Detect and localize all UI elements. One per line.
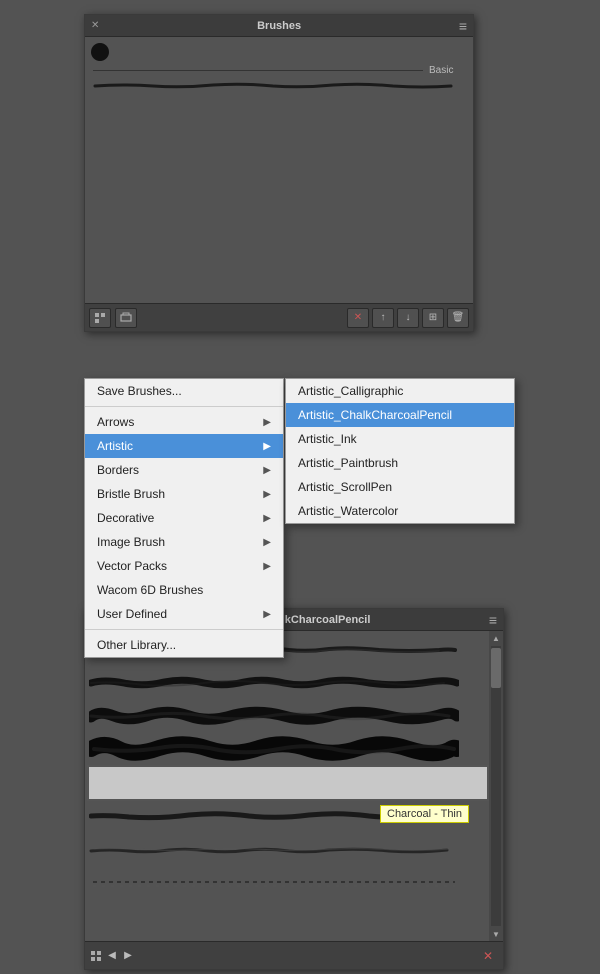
- scroll-thumb[interactable]: [491, 648, 501, 688]
- brush-stroke-row-5[interactable]: [89, 767, 487, 799]
- submenu-item-scrollpen[interactable]: Artistic_ScrollPen: [286, 475, 514, 499]
- submenu-item-watercolor[interactable]: Artistic_Watercolor: [286, 499, 514, 523]
- brush-stroke-3: [89, 702, 459, 730]
- menu-divider-2: [85, 629, 283, 630]
- brushes-panel-bottom: ✕ Artistic_ChalkCharcoalPencil ≡: [84, 608, 504, 970]
- nav-next-btn[interactable]: ▶: [121, 949, 135, 963]
- panel-menu-icon-bottom[interactable]: ≡: [489, 612, 497, 628]
- brush-stroke-row-2[interactable]: [89, 668, 487, 698]
- arrow-icon-decorative: ▶: [263, 513, 271, 524]
- menu-item-decorative[interactable]: Decorative ▶: [85, 506, 283, 530]
- panel-title-top: Brushes: [257, 20, 301, 32]
- nav-buttons: ◀ ▶: [89, 949, 135, 963]
- brush-dot-row: [91, 43, 467, 61]
- brush-stroke-5: [89, 769, 459, 797]
- brush-stroke-preview: [93, 80, 453, 92]
- context-menu: Save Brushes... Arrows ▶ Artistic ▶ Bord…: [84, 378, 284, 658]
- panel-close-btn[interactable]: ✕: [91, 20, 99, 31]
- arrow-icon-arrows: ▶: [263, 417, 271, 428]
- brush-stroke-row-4[interactable]: [89, 734, 487, 764]
- options-btn[interactable]: ⊞: [422, 308, 444, 328]
- menu-item-arrows[interactable]: Arrows ▶: [85, 410, 283, 434]
- brush-stroke-row-3[interactable]: [89, 701, 487, 731]
- arrow-icon-bristle: ▶: [263, 489, 271, 500]
- submenu-artistic: Artistic_Calligraphic Artistic_ChalkChar…: [285, 378, 515, 524]
- delete-btn[interactable]: ✕: [347, 308, 369, 328]
- submenu-item-chalkcharcoal[interactable]: Artistic_ChalkCharcoalPencil: [286, 403, 514, 427]
- charcoal-tooltip: Charcoal - Thin: [380, 805, 469, 823]
- arrow-icon-image-brush: ▶: [263, 537, 271, 548]
- nav-prev-btn[interactable]: ◀: [105, 949, 119, 963]
- new-brush-set-btn[interactable]: [89, 308, 111, 328]
- scroll-track[interactable]: [491, 646, 501, 926]
- brush-preview-area: Basic: [85, 37, 473, 103]
- scroll-down-arrow[interactable]: ▼: [489, 927, 503, 941]
- brush-stroke-7: [89, 835, 459, 863]
- move-down-btn[interactable]: ↓: [397, 308, 419, 328]
- brush-stroke-2: [89, 669, 459, 697]
- brush-main-content: [85, 103, 473, 303]
- arrow-icon-artistic: ▶: [263, 441, 271, 452]
- move-up-btn[interactable]: ↑: [372, 308, 394, 328]
- arrow-icon-vector-packs: ▶: [263, 561, 271, 572]
- nav-list-icon[interactable]: [89, 949, 103, 963]
- panel-titlebar-top: ✕ Brushes ≡: [85, 15, 473, 37]
- brush-list-area: Charcoal - Thin ▲ ▼: [85, 631, 503, 941]
- brush-library-btn[interactable]: [115, 308, 137, 328]
- brush-stroke-row-6[interactable]: Charcoal - Thin: [89, 801, 487, 831]
- panel-bottom-toolbar-top: ✕ ↑ ↓ ⊞ 🗑: [85, 303, 473, 331]
- trash-btn[interactable]: 🗑: [447, 308, 469, 328]
- panel-bottom-bar: ◀ ▶ ✕: [85, 941, 503, 969]
- menu-save-brushes[interactable]: Save Brushes...: [85, 379, 283, 403]
- menu-item-user-defined[interactable]: User Defined ▶: [85, 602, 283, 626]
- basic-label: Basic: [429, 65, 453, 76]
- arrow-icon-user-defined: ▶: [263, 609, 271, 620]
- menu-other-library[interactable]: Other Library...: [85, 633, 283, 657]
- bottom-close-btn[interactable]: ✕: [477, 946, 499, 966]
- panel-menu-icon-top[interactable]: ≡: [459, 18, 467, 34]
- menu-item-borders[interactable]: Borders ▶: [85, 458, 283, 482]
- brushes-panel-top: ✕ Brushes ≡ Basic ✕ ↑ ↓ ⊞ 🗑: [84, 14, 474, 332]
- submenu-item-ink[interactable]: Artistic_Ink: [286, 427, 514, 451]
- menu-divider-1: [85, 406, 283, 407]
- menu-item-wacom[interactable]: Wacom 6D Brushes: [85, 578, 283, 602]
- brush-stroke-row-8[interactable]: [89, 867, 487, 897]
- menu-item-bristle[interactable]: Bristle Brush ▶: [85, 482, 283, 506]
- brush-stroke-row-7[interactable]: [89, 834, 487, 864]
- brush-dot[interactable]: [91, 43, 109, 61]
- scroll-bar-right: ▲ ▼: [489, 631, 503, 941]
- brush-stroke-8: [89, 868, 459, 896]
- menu-item-image-brush[interactable]: Image Brush ▶: [85, 530, 283, 554]
- scroll-up-arrow[interactable]: ▲: [489, 631, 503, 645]
- submenu-item-calligraphic[interactable]: Artistic_Calligraphic: [286, 379, 514, 403]
- menu-item-artistic[interactable]: Artistic ▶: [85, 434, 283, 458]
- menu-item-vector-packs[interactable]: Vector Packs ▶: [85, 554, 283, 578]
- toolbar-icons-right: ✕ ↑ ↓ ⊞ 🗑: [347, 308, 469, 328]
- arrow-icon-borders: ▶: [263, 465, 271, 476]
- brush-stroke-4: [89, 735, 459, 763]
- submenu-item-paintbrush[interactable]: Artistic_Paintbrush: [286, 451, 514, 475]
